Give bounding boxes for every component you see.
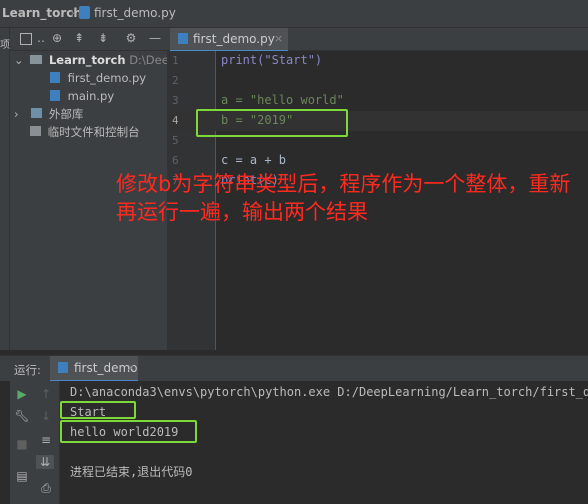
layout-icon[interactable]: ▤ (14, 469, 30, 483)
breadcrumb: Learn_torch › first_demo.py (0, 0, 588, 28)
stop-icon[interactable]: ■ (14, 437, 30, 451)
tree-item-first-demo[interactable]: first_demo.py (50, 69, 146, 87)
run-icon[interactable]: ▶ (14, 387, 30, 401)
line-number: 3 (172, 94, 179, 107)
collapse-all-icon[interactable]: ⇞ (72, 31, 86, 45)
scroll-to-end-icon[interactable]: ⇊ (36, 455, 54, 469)
library-icon (31, 108, 43, 118)
arrow-up-icon[interactable]: ↑ (38, 387, 54, 401)
annotation-text: 修改b为字符串类型后，程序作为一个整体，重新再运行一遍，输出两个结果 (116, 172, 571, 224)
console-line: 进程已结束,退出代码0 (70, 465, 193, 479)
python-file-icon (50, 90, 60, 101)
locate-icon[interactable]: ⊕ (50, 31, 64, 45)
folder-icon (30, 55, 43, 64)
tree-item-label: Learn_torch (48, 53, 126, 67)
python-file-icon (58, 362, 68, 373)
code-line: print("Start") (221, 53, 323, 67)
gear-icon[interactable]: ⚙ (124, 31, 138, 45)
chevron-right-icon: › (14, 107, 19, 121)
tree-item-project[interactable]: ⌄ Learn_torch D:\DeepLe (14, 51, 189, 69)
chevron-right-icon: › (70, 6, 75, 20)
run-panel-label: 运行: (14, 363, 41, 377)
wrench-icon[interactable]: 🔧︎ (14, 409, 30, 423)
minimize-icon[interactable]: — (148, 31, 162, 45)
panel-layout-icon[interactable] (20, 33, 32, 45)
project-strip-label[interactable]: 项 (0, 36, 10, 51)
tree-item-scratches[interactable]: 临时文件和控制台 (14, 123, 140, 141)
highlight-box-code (196, 109, 348, 137)
line-number: 2 (172, 74, 179, 87)
close-icon[interactable]: × (274, 32, 283, 45)
python-file-icon (50, 72, 60, 83)
tree-item-label: first_demo.py (67, 71, 147, 85)
highlight-box-start (60, 401, 136, 419)
code-line: c = a + b (221, 153, 287, 167)
line-number: 6 (172, 154, 179, 167)
python-file-icon (79, 6, 90, 19)
close-icon[interactable]: × (126, 361, 135, 374)
expand-all-icon[interactable]: ⇟ (96, 31, 110, 45)
highlight-box-output (60, 420, 197, 443)
tab-run-first-demo[interactable]: first_demo × (50, 356, 138, 382)
tab-label: first_demo.py (193, 32, 275, 46)
soft-wrap-icon[interactable]: ≡ (38, 433, 54, 447)
tree-item-external-libs[interactable]: › 外部库 (14, 105, 83, 123)
line-number: 1 (172, 54, 179, 67)
console-line: D:\anaconda3\envs\pytorch\python.exe D:/… (70, 385, 588, 399)
tab-first-demo[interactable]: first_demo.py × (170, 28, 288, 52)
project-toolbar: ‥ ⊕ ⇞ ⇟ ⚙ — (10, 28, 167, 51)
tree-item-label: 外部库 (48, 107, 84, 121)
chevron-down-icon: ⌄ (14, 53, 24, 67)
arrow-down-icon[interactable]: ↓ (38, 409, 54, 423)
project-tool-strip[interactable]: 项 (0, 28, 10, 350)
print-icon[interactable]: ⎙ (38, 481, 54, 496)
tree-item-label: 临时文件和控制台 (47, 125, 140, 139)
more-icon[interactable]: ‥ (34, 31, 48, 45)
scratch-icon (30, 126, 41, 136)
code-line: a = "hello world" (221, 93, 344, 107)
breadcrumb-file[interactable]: first_demo.py (94, 6, 176, 20)
line-number: 5 (172, 134, 179, 147)
line-number: 4 (172, 114, 179, 127)
python-file-icon (178, 33, 188, 44)
run-toolbar: ▶ ↑ 🔧︎ ↓ ■ ≡ ⇊ ▤ ⎙ (10, 381, 60, 504)
tree-item-main[interactable]: main.py (50, 87, 114, 105)
tree-item-label: main.py (67, 89, 115, 103)
